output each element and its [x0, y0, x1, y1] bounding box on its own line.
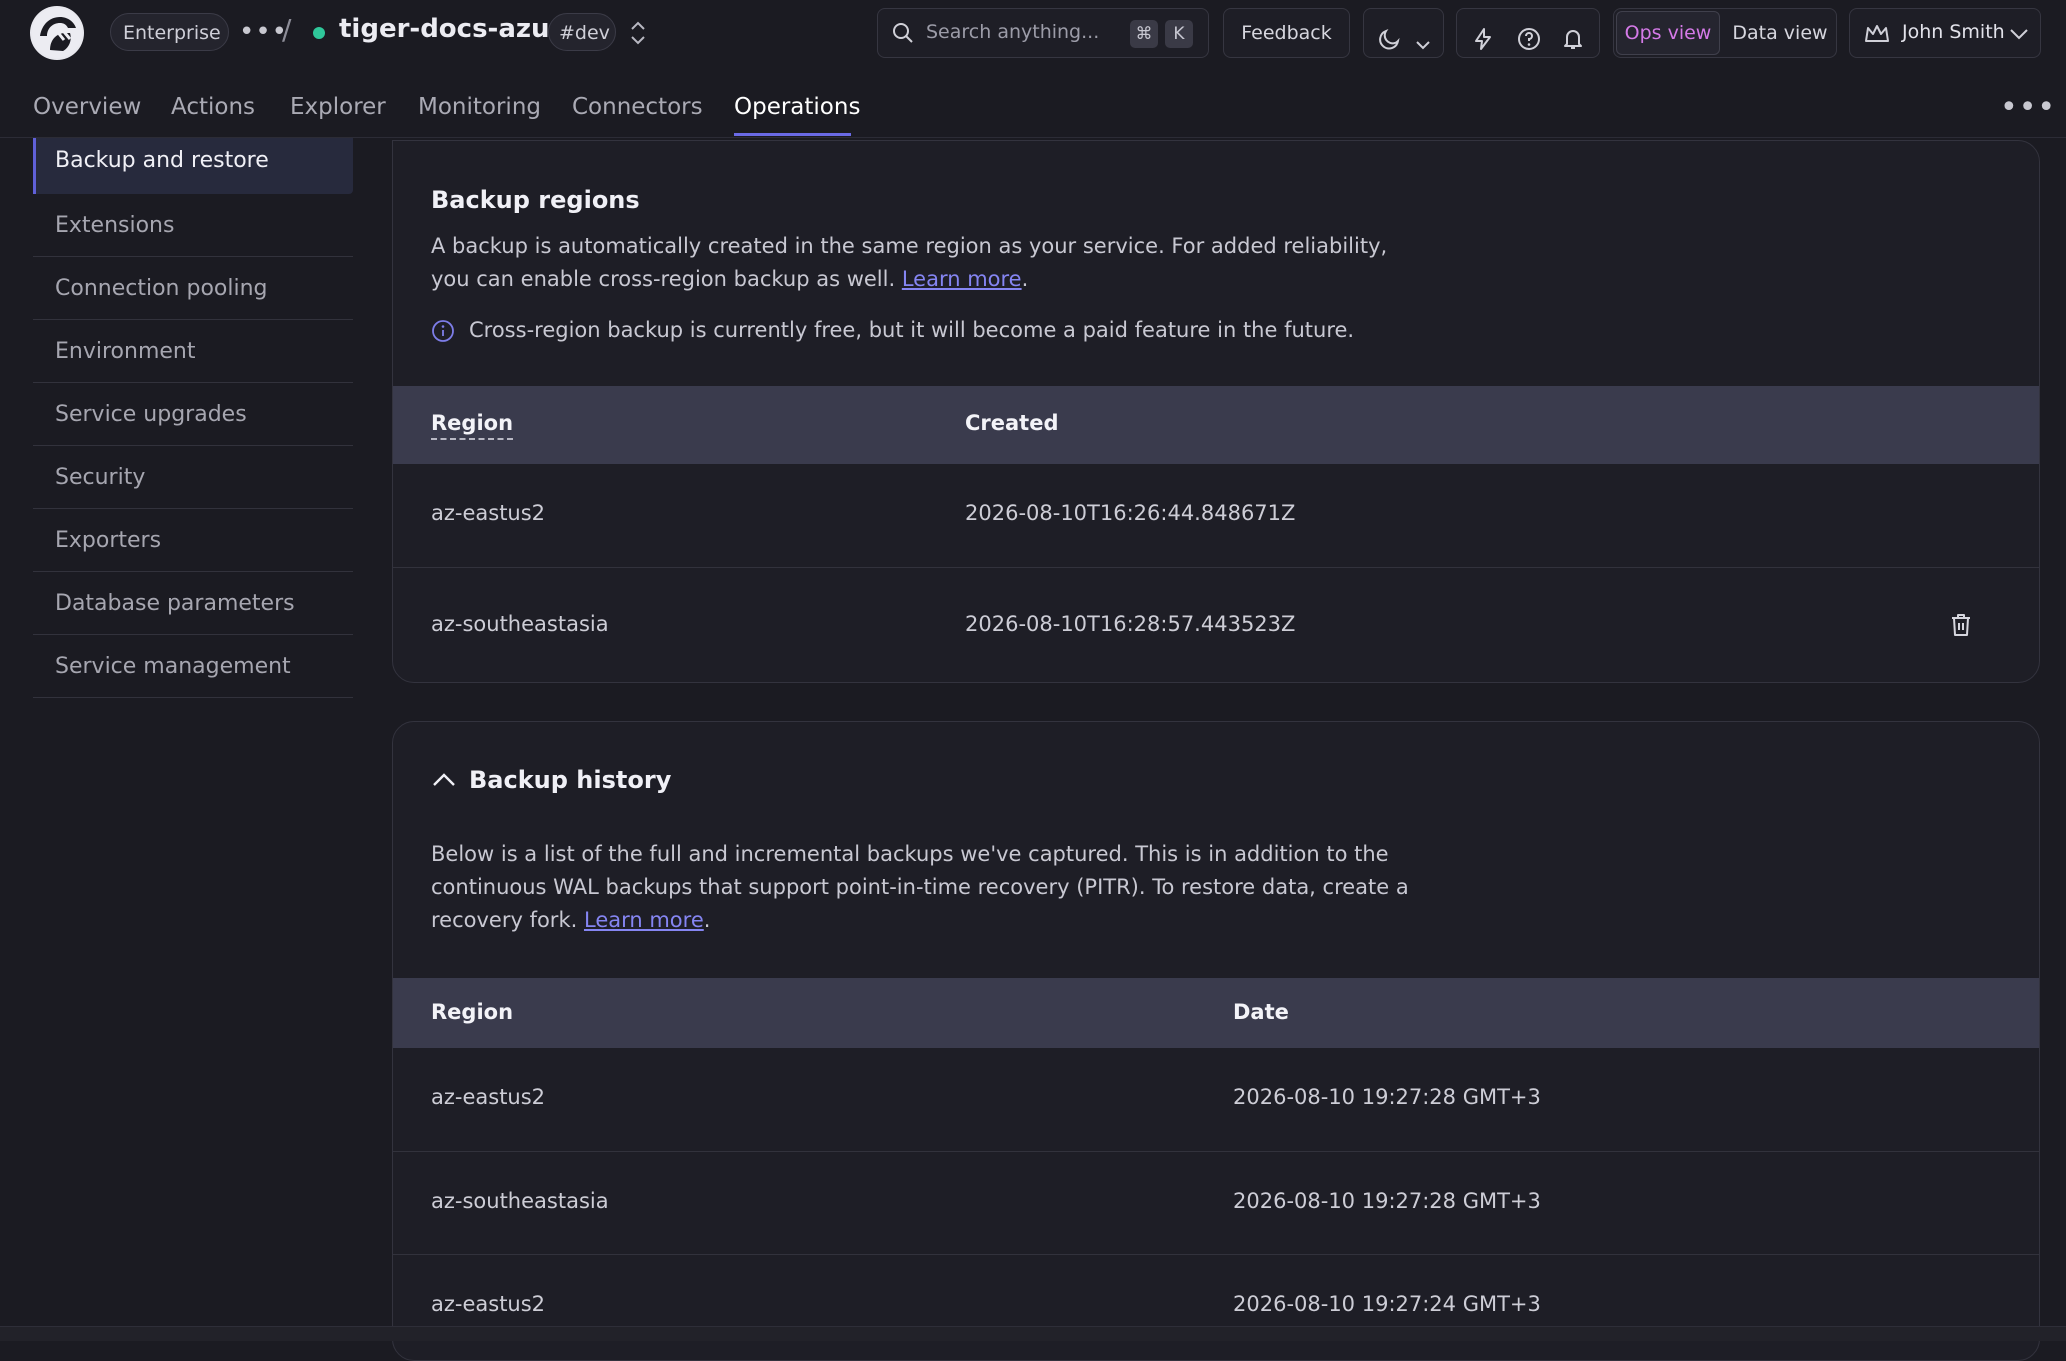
backup-regions-card: Backup regions A backup is automatically… [392, 140, 2040, 683]
date-cell: 2026-08-10 19:27:24 GMT+3 [1233, 1292, 1541, 1316]
column-header-created: Created [965, 411, 1059, 435]
shortcut-key-cmd: ⌘ [1130, 20, 1158, 48]
bottom-edge [0, 1326, 2066, 1341]
search-input[interactable]: Search anything... ⌘ K [877, 8, 1209, 58]
sidebar-item-backup-and-restore[interactable]: Backup and restore [33, 138, 353, 194]
crown-icon [1864, 23, 1890, 49]
sidebar-item-service-management[interactable]: Service management [33, 635, 353, 698]
table-row: az-eastus2 2026-08-10T16:26:44.848671Z [393, 464, 2039, 567]
chevron-up-icon[interactable] [431, 769, 457, 795]
service-name[interactable]: tiger-docs-azure [339, 14, 580, 44]
region-cell: az-eastus2 [431, 1085, 546, 1109]
region-cell: az-southeastasia [431, 1189, 609, 1213]
sidebar-item-database-parameters[interactable]: Database parameters [33, 572, 353, 635]
table-row: az-eastus2 2026-08-10 19:27:24 GMT+3 [393, 1254, 2039, 1357]
info-icon [431, 319, 455, 347]
view-toggle: Ops view Data view [1613, 8, 1837, 58]
column-header-date: Date [1233, 1000, 1289, 1024]
backup-regions-description: A backup is automatically created in the… [431, 234, 1388, 291]
region-cell: az-eastus2 [431, 1292, 546, 1316]
sidebar-item-connection-pooling[interactable]: Connection pooling [33, 257, 353, 320]
env-tag: #dev [548, 13, 616, 51]
cross-region-info-note: Cross-region backup is currently free, b… [469, 318, 1355, 342]
user-menu-button[interactable]: John Smith [1849, 8, 2041, 58]
backup-regions-table-header: Region Created [393, 386, 2039, 464]
more-options-icon[interactable]: ••• [2000, 90, 2056, 125]
region-cell: az-southeastasia [431, 612, 609, 636]
column-header-region[interactable]: Region [431, 411, 514, 440]
service-status-dot [313, 27, 325, 39]
quick-actions-group [1456, 8, 1600, 58]
data-view-button[interactable]: Data view [1726, 11, 1834, 55]
sidebar-item-extensions[interactable]: Extensions [33, 194, 353, 257]
feedback-button[interactable]: Feedback [1223, 8, 1350, 58]
backup-regions-learn-more-link[interactable]: Learn more [902, 267, 1022, 291]
chevron-down-icon [2008, 24, 2030, 48]
backup-history-table-header: Region Date [393, 978, 2039, 1048]
moon-icon [1378, 21, 1402, 69]
tiger-logo-icon[interactable] [30, 6, 84, 60]
trash-icon[interactable] [1949, 612, 1973, 642]
tab-overview[interactable]: Overview [33, 94, 141, 120]
tab-connectors[interactable]: Connectors [572, 94, 703, 120]
tab-operations[interactable]: Operations [734, 94, 860, 120]
created-cell: 2026-08-10T16:28:57.443523Z [965, 612, 1296, 636]
created-cell: 2026-08-10T16:26:44.848671Z [965, 501, 1296, 525]
theme-toggle-button[interactable] [1363, 8, 1444, 58]
sidebar-item-environment[interactable]: Environment [33, 320, 353, 383]
backup-history-title[interactable]: Backup history [469, 766, 671, 794]
operations-sidebar: Backup and restore Extensions Connection… [33, 138, 353, 698]
top-bar: Enterprise ••• / tiger-docs-azure #dev S… [0, 0, 2066, 66]
tab-monitoring[interactable]: Monitoring [418, 94, 541, 120]
backup-history-card: Backup history Below is a list of the fu… [392, 721, 2040, 1361]
main-nav: Overview Actions Explorer Monitoring Con… [0, 66, 2066, 138]
region-cell: az-eastus2 [431, 501, 546, 525]
help-icon[interactable] [1517, 21, 1541, 69]
org-badge[interactable]: Enterprise [110, 13, 229, 51]
sidebar-item-security[interactable]: Security [33, 446, 353, 509]
lightning-icon[interactable] [1471, 21, 1495, 69]
table-row: az-eastus2 2026-08-10 19:27:28 GMT+3 [393, 1048, 2039, 1151]
tab-actions[interactable]: Actions [171, 94, 255, 120]
search-icon [892, 22, 914, 44]
ops-view-button[interactable]: Ops view [1616, 11, 1720, 55]
backup-history-description: Below is a list of the full and incremen… [431, 842, 1409, 932]
tab-explorer[interactable]: Explorer [290, 94, 386, 120]
date-cell: 2026-08-10 19:27:28 GMT+3 [1233, 1085, 1541, 1109]
breadcrumb-separator: / [282, 13, 292, 46]
active-tab-indicator [734, 133, 851, 136]
table-row: az-southeastasia 2026-08-10 19:27:28 GMT… [393, 1151, 2039, 1254]
shortcut-key-k: K [1165, 20, 1193, 48]
sidebar-item-exporters[interactable]: Exporters [33, 509, 353, 572]
chevron-down-icon [1414, 24, 1432, 72]
backup-history-learn-more-link[interactable]: Learn more [584, 908, 704, 932]
bell-icon[interactable] [1561, 21, 1585, 69]
date-cell: 2026-08-10 19:27:28 GMT+3 [1233, 1189, 1541, 1213]
table-row: az-southeastasia 2026-08-10T16:28:57.443… [393, 567, 2039, 682]
service-switcher-icon[interactable] [628, 18, 648, 48]
search-placeholder: Search anything... [926, 21, 1100, 43]
breadcrumb-more-icon[interactable]: ••• [239, 19, 288, 45]
backup-regions-title: Backup regions [431, 186, 640, 214]
user-name: John Smith [1902, 21, 2005, 43]
sidebar-item-service-upgrades[interactable]: Service upgrades [33, 383, 353, 446]
column-header-region: Region [431, 1000, 514, 1024]
